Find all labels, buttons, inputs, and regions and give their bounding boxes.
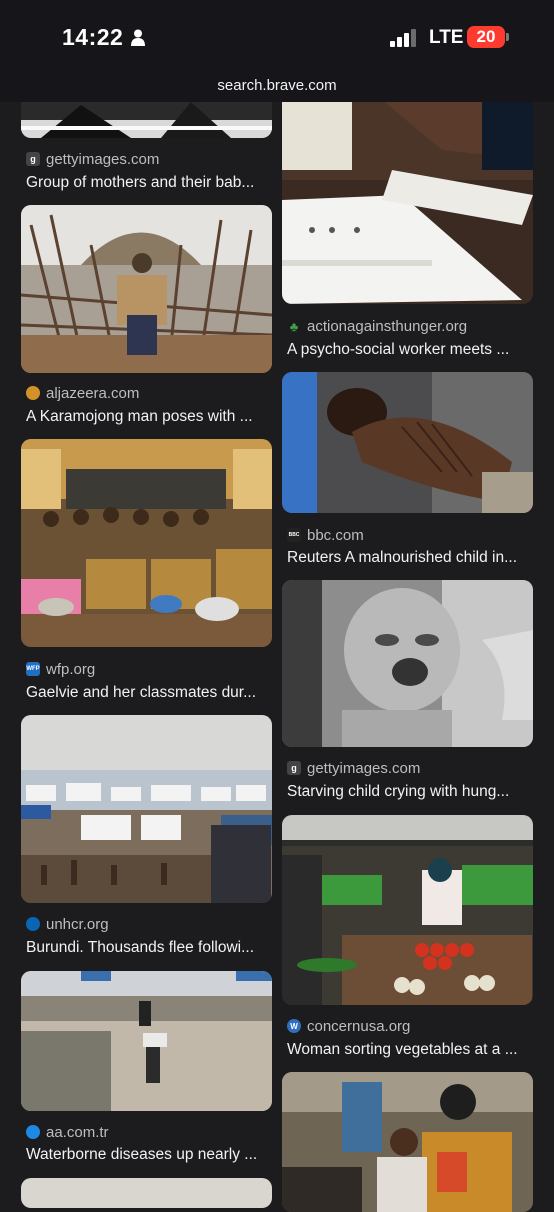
result-thumbnail[interactable] [282,815,533,1005]
battery-level: 20 [476,27,496,46]
result-thumbnail[interactable] [282,372,533,513]
result-thumbnail[interactable] [21,205,272,373]
result-thumbnail[interactable] [21,1178,272,1208]
result-thumbnail[interactable] [21,715,272,903]
battery-icon: 20 [467,26,505,48]
result-caption[interactable]: A psycho-social worker meets ... [287,341,533,359]
result-caption[interactable]: Reuters A malnourished child in... [287,549,533,567]
result-caption[interactable]: Woman sorting vegetables at a ... [287,1041,533,1059]
result-thumbnail[interactable] [21,439,272,647]
result-caption[interactable]: Waterborne diseases up nearly ... [26,1146,272,1164]
unhcr-favicon-icon [26,917,40,931]
status-and-url-bar: 14:22 LTE 20 search.brave.com [0,0,554,102]
result-source[interactable]: unhcr.org [26,914,109,934]
result-caption[interactable]: Burundi. Thousands flee followi... [26,939,272,957]
address-bar[interactable]: search.brave.com [0,77,554,94]
result-source[interactable]: ♣ actionagainsthunger.org [287,316,467,336]
result-thumbnail[interactable] [21,100,272,138]
cellular-signal-icon [390,29,416,47]
result-source[interactable]: aa.com.tr [26,1122,109,1142]
result-thumbnail[interactable] [282,100,533,304]
result-caption[interactable]: A Karamojong man poses with ... [26,408,272,426]
result-source[interactable]: g gettyimages.com [287,758,420,778]
result-caption[interactable]: Starving child crying with hung... [287,783,533,801]
result-thumbnail[interactable] [282,580,533,747]
battery-nub [506,33,509,41]
aljazeera-favicon-icon [26,386,40,400]
result-source[interactable]: aljazeera.com [26,383,139,403]
result-thumbnail[interactable] [21,971,272,1111]
aa-favicon-icon [26,1125,40,1139]
actionagainsthunger-favicon-icon: ♣ [289,318,299,334]
person-icon [131,29,145,46]
wfp-favicon-icon: WFP [26,662,40,676]
result-source[interactable]: WFP wfp.org [26,659,95,679]
concernusa-favicon-icon: W [287,1019,301,1033]
network-type: LTE [429,27,464,48]
gettyimages-favicon-icon: g [26,152,40,166]
bbc-favicon-icon: BBC [287,528,301,542]
result-caption[interactable]: Group of mothers and their bab... [26,174,272,192]
result-source[interactable]: g gettyimages.com [26,149,159,169]
result-source[interactable]: W concernusa.org [287,1016,410,1036]
result-source[interactable]: BBC bbc.com [287,525,364,545]
status-time: 14:22 [62,24,124,50]
gettyimages-favicon-icon: g [287,761,301,775]
result-thumbnail[interactable] [282,1072,533,1212]
result-caption[interactable]: Gaelvie and her classmates dur... [26,684,272,702]
